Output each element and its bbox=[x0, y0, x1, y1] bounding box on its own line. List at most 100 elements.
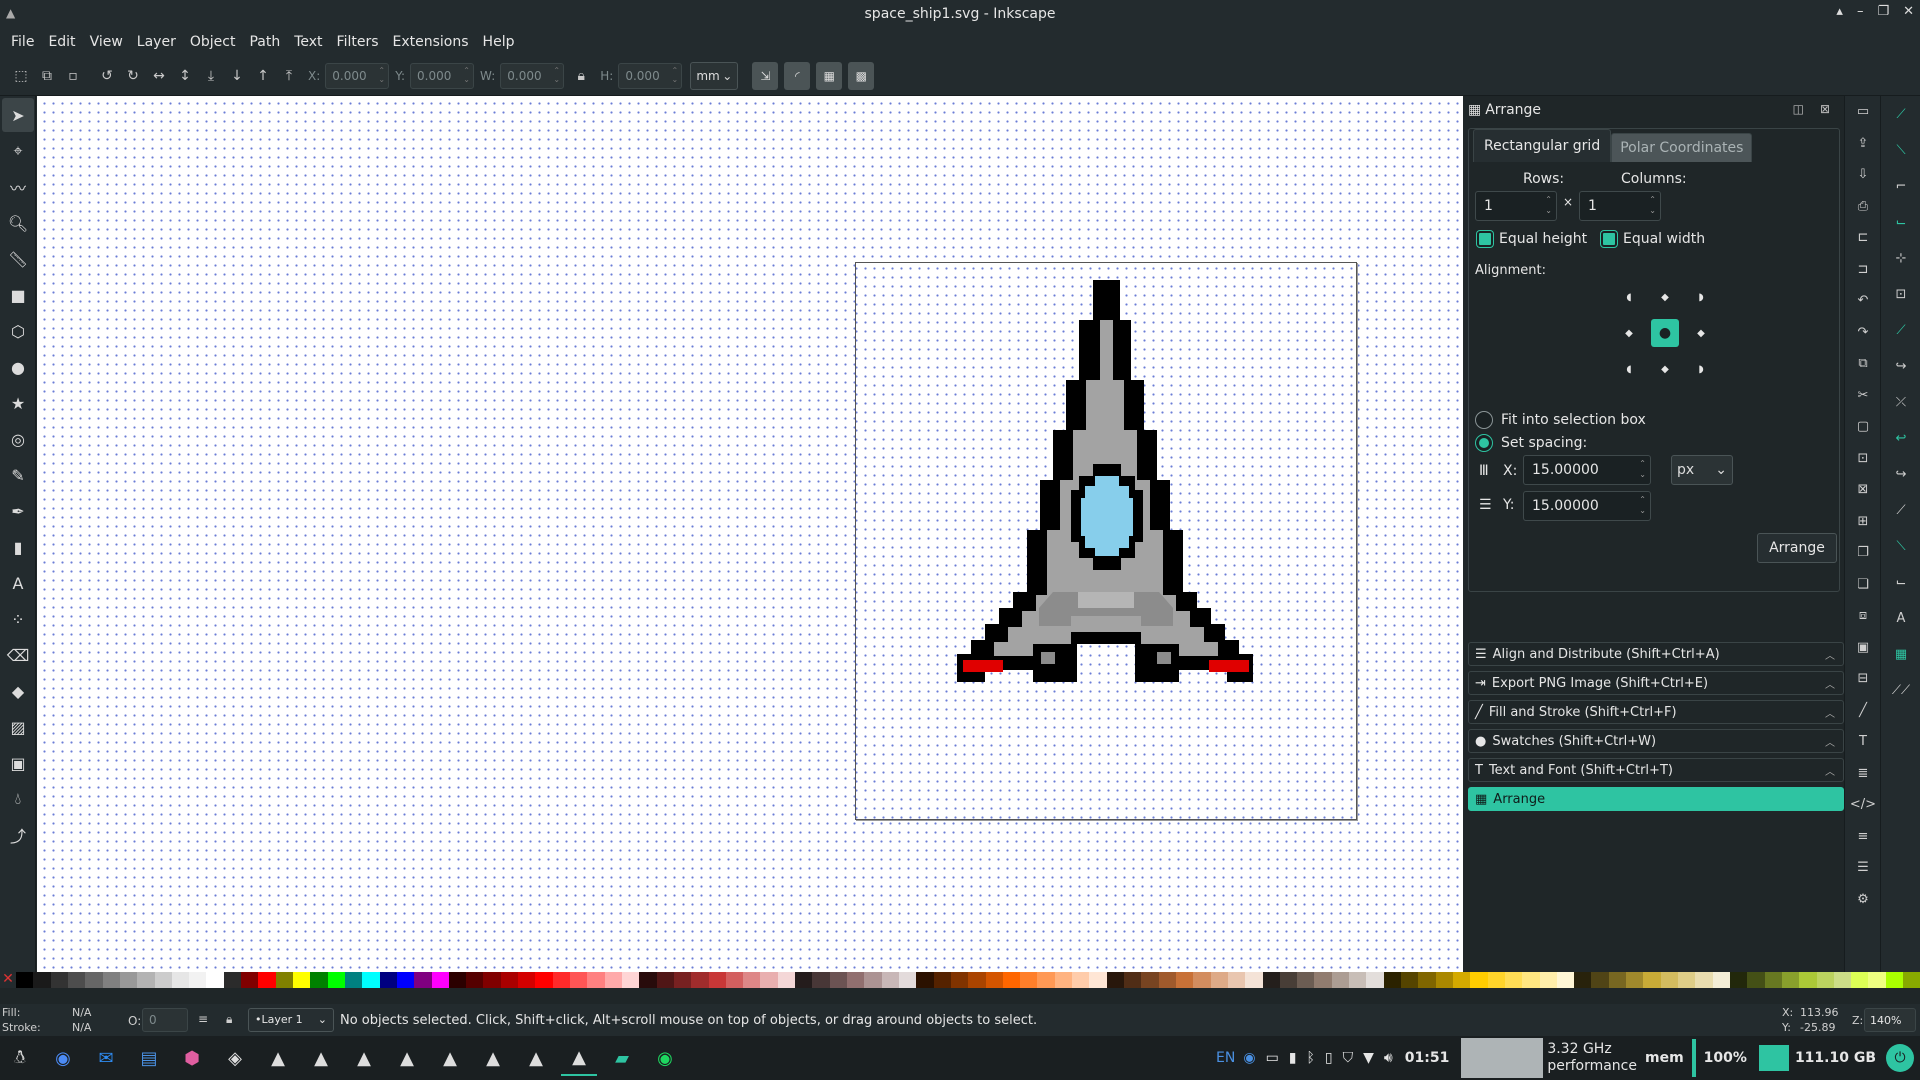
spacing-y-input[interactable]: 15.00000 bbox=[1523, 491, 1651, 521]
new-document-icon[interactable]: ▭ bbox=[1845, 96, 1881, 128]
color-swatch[interactable] bbox=[119, 972, 138, 988]
color-swatch[interactable] bbox=[1556, 972, 1575, 988]
color-swatch[interactable] bbox=[864, 972, 882, 988]
duplicate-icon[interactable]: ❐ bbox=[1845, 537, 1881, 569]
snap-smooth-nodes-icon[interactable]: ↪ bbox=[1881, 456, 1920, 492]
maximize-icon[interactable]: ❐ bbox=[1877, 4, 1889, 19]
move-gradients-icon[interactable]: ▦ bbox=[816, 61, 843, 90]
dialog-export-png[interactable]: ⇥ Export PNG Image (Shift+Ctrl+E) ︿ bbox=[1468, 671, 1844, 695]
tab-rectangular-grid[interactable]: Rectangular grid bbox=[1473, 129, 1612, 162]
power-icon[interactable]: ⏻ bbox=[1886, 1044, 1914, 1072]
color-swatch[interactable] bbox=[673, 972, 692, 988]
color-swatch[interactable] bbox=[189, 972, 207, 988]
start-menu-icon[interactable]: 🐧︎ bbox=[2, 1040, 38, 1076]
color-swatch[interactable] bbox=[154, 972, 172, 988]
gradient-tool-icon[interactable]: ▨ bbox=[2, 710, 34, 744]
color-swatch[interactable] bbox=[535, 972, 553, 988]
objects-icon[interactable]: ☰ bbox=[1845, 852, 1881, 884]
spray-tool-icon[interactable]: ⁘ bbox=[2, 602, 34, 636]
color-swatch[interactable] bbox=[812, 972, 830, 988]
color-swatch[interactable] bbox=[1626, 972, 1644, 988]
color-swatch[interactable] bbox=[1539, 972, 1557, 988]
menu-file[interactable]: File bbox=[4, 34, 41, 50]
save-icon[interactable]: ⇩ bbox=[1845, 159, 1881, 191]
move-patterns-icon[interactable]: ▩ bbox=[848, 61, 875, 90]
color-swatch[interactable] bbox=[1314, 972, 1332, 988]
color-swatch[interactable] bbox=[829, 972, 847, 988]
cube-app-icon[interactable]: ⬢ bbox=[174, 1040, 210, 1076]
browser-icon[interactable]: ◉ bbox=[45, 1040, 81, 1076]
color-swatch[interactable] bbox=[1712, 972, 1730, 988]
layer-select[interactable]: •Layer 1 ⌄ bbox=[248, 1008, 334, 1032]
menu-text[interactable]: Text bbox=[287, 34, 329, 50]
color-swatch[interactable] bbox=[1072, 972, 1090, 988]
volume-icon[interactable]: 🔊︎ bbox=[1384, 1050, 1393, 1066]
snap-enable-icon[interactable]: ⟋ bbox=[1881, 96, 1920, 132]
align-top-left-icon[interactable]: ◖ bbox=[1615, 283, 1643, 311]
color-swatch[interactable] bbox=[708, 972, 726, 988]
color-swatch[interactable] bbox=[1175, 972, 1194, 988]
equal-height-checkbox[interactable]: Equal height bbox=[1477, 231, 1587, 247]
spacing-unit-select[interactable]: px ⌄ bbox=[1671, 455, 1733, 485]
color-swatch[interactable] bbox=[1851, 972, 1869, 988]
rows-input[interactable]: 1 bbox=[1475, 191, 1557, 221]
messenger-icon[interactable]: ✉ bbox=[88, 1040, 124, 1076]
clock[interactable]: 01:51 bbox=[1405, 1050, 1450, 1066]
color-swatch[interactable] bbox=[1210, 972, 1228, 988]
shield-icon[interactable]: ⛉ bbox=[1343, 1050, 1354, 1066]
color-swatch[interactable] bbox=[448, 972, 467, 988]
color-swatch[interactable] bbox=[1591, 972, 1609, 988]
dropper-tool-icon[interactable]: 💧︎ bbox=[2, 782, 34, 816]
color-swatch[interactable] bbox=[1452, 972, 1471, 988]
color-swatch[interactable] bbox=[1245, 972, 1263, 988]
document-app-icon[interactable]: ▤ bbox=[131, 1040, 167, 1076]
color-swatch[interactable] bbox=[916, 972, 934, 988]
usb-tray-icon[interactable]: ▮ bbox=[1289, 1050, 1297, 1066]
flip-horizontal-icon[interactable]: ↔ bbox=[146, 63, 172, 89]
color-swatch[interactable] bbox=[1297, 972, 1315, 988]
color-swatch[interactable] bbox=[1833, 972, 1852, 988]
color-swatch[interactable] bbox=[344, 972, 363, 988]
unlink-clone-icon[interactable]: ⧈ bbox=[1845, 600, 1881, 632]
fit-selection-radio[interactable]: Fit into selection box bbox=[1475, 411, 1646, 429]
align-center-icon[interactable]: ● bbox=[1651, 319, 1679, 347]
color-swatch[interactable] bbox=[310, 972, 328, 988]
pencil-tool-icon[interactable]: ✎ bbox=[2, 458, 34, 492]
color-swatch[interactable] bbox=[1002, 972, 1021, 988]
fill-stroke-icon[interactable]: ╱ bbox=[1845, 695, 1881, 727]
snap-nodes-icon[interactable]: ⟋ bbox=[1881, 312, 1920, 348]
lock-icon[interactable]: 🔒︎ bbox=[226, 1012, 232, 1027]
color-swatch[interactable] bbox=[241, 972, 259, 988]
color-swatch[interactable] bbox=[1193, 972, 1211, 988]
inkscape-window-icon[interactable]: ▲ bbox=[432, 1040, 468, 1076]
color-swatch[interactable] bbox=[33, 972, 51, 988]
calligraphy-tool-icon[interactable]: ▮ bbox=[2, 530, 34, 564]
color-swatch[interactable] bbox=[1106, 972, 1124, 988]
set-spacing-radio[interactable]: Set spacing: bbox=[1475, 434, 1587, 452]
color-swatch[interactable] bbox=[1124, 972, 1142, 988]
color-swatch[interactable] bbox=[1487, 972, 1505, 988]
measure-tool-icon[interactable]: 📏︎ bbox=[2, 242, 34, 276]
zoom-page-icon[interactable]: ⊞ bbox=[1845, 506, 1881, 538]
color-swatch[interactable] bbox=[777, 972, 796, 988]
snap-bbox-midpoints-icon[interactable]: ⊹ bbox=[1881, 240, 1920, 276]
file-manager-icon[interactable]: ▰ bbox=[604, 1040, 640, 1076]
cut-icon[interactable]: ✂ bbox=[1845, 380, 1881, 412]
color-swatch[interactable] bbox=[621, 972, 640, 988]
open-icon[interactable]: ⇪ bbox=[1845, 128, 1881, 160]
color-swatch[interactable] bbox=[50, 972, 68, 988]
wifi-icon[interactable]: ▼ bbox=[1363, 1050, 1374, 1066]
color-swatch[interactable] bbox=[275, 972, 293, 988]
color-swatch[interactable] bbox=[327, 972, 345, 988]
snap-cusp-nodes-icon[interactable]: ↩ bbox=[1881, 420, 1920, 456]
spiral-tool-icon[interactable]: ◎ bbox=[2, 422, 34, 456]
minimize-icon[interactable]: – bbox=[1857, 4, 1864, 19]
text-tool-icon[interactable]: A bbox=[2, 566, 34, 600]
color-swatch[interactable] bbox=[1885, 972, 1904, 988]
snap-centers-icon[interactable]: ⟍ bbox=[1881, 528, 1920, 564]
x-input[interactable]: 0.000 bbox=[325, 62, 390, 89]
color-swatch[interactable] bbox=[206, 972, 224, 988]
paint-bucket-tool-icon[interactable]: ◆ bbox=[2, 674, 34, 708]
color-swatch[interactable] bbox=[1158, 972, 1176, 988]
layers-menu-icon[interactable]: ≡ bbox=[198, 1012, 208, 1026]
